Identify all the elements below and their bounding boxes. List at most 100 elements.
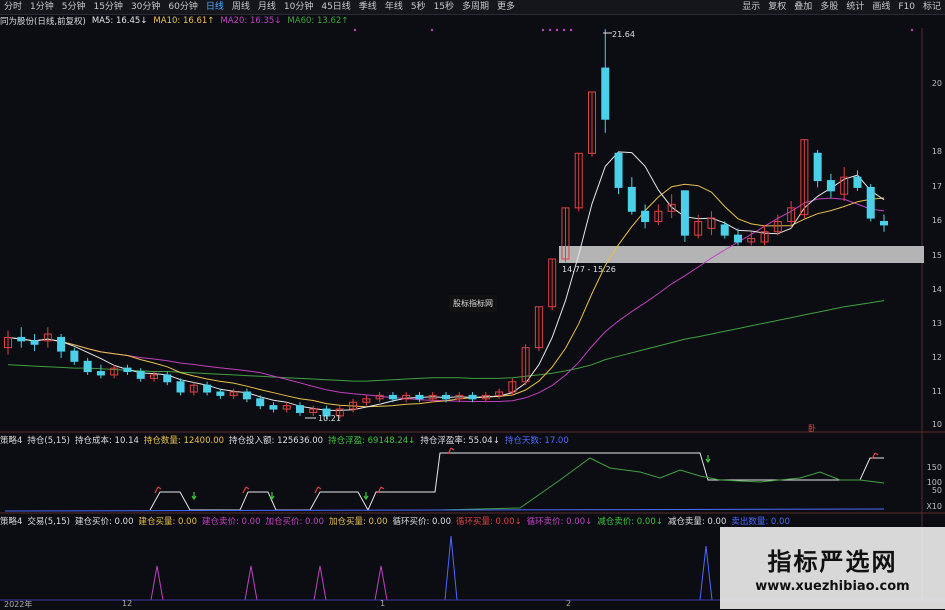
top-marker (353, 28, 357, 32)
watermark-title: 指标严选网 (767, 548, 898, 576)
top-marker (910, 28, 914, 32)
trade-spike (374, 565, 388, 601)
panel-item: 循环卖价: 0.00↓ (526, 517, 593, 527)
top-marker (569, 28, 573, 32)
y-tick-label: 10 (931, 420, 942, 429)
panel-item: 建仓买量: 0.00 (138, 517, 197, 527)
panel-item: 持仓浮盈: 69148.24↓ (328, 436, 416, 446)
sell-arrow (269, 492, 275, 501)
candle-body (415, 394, 424, 400)
candle-body (176, 381, 185, 393)
panel-item: 持仓成本: 10.14 (74, 436, 139, 446)
candle-body (83, 360, 92, 373)
x-tick-label: 2 (566, 599, 572, 608)
top-marker (555, 28, 559, 32)
profit-line (439, 457, 885, 511)
candle-body (880, 221, 888, 226)
sell-arrow (363, 492, 369, 501)
panel1-header: 策略4 持仓(5,15) 持仓成本: 10.14 持仓数量: 12400.00 持仓投… (0, 434, 574, 446)
candle-body (813, 152, 822, 182)
panel-item: 持仓浮盈率: 55.04↓ (420, 436, 500, 446)
x-tick-label: 1 (380, 599, 386, 608)
candle-body (468, 394, 477, 400)
panel-item: 卖出数量: 0.00 (731, 517, 790, 527)
sell-arrow (705, 455, 711, 464)
panel2-title: 策略4 (0, 517, 23, 527)
panel-item: 持仓天数: 17.00 (504, 436, 569, 446)
candle-body (57, 336, 66, 352)
trade-spike-blue (699, 545, 713, 601)
candle-body (296, 405, 304, 413)
watermark-url: www.xuezhibiao.com (755, 579, 910, 594)
panel-item: 持仓数量: 12400.00 (143, 436, 225, 446)
high-price-label: 21.64 (612, 30, 635, 39)
y-tick-label: 13 (931, 319, 942, 328)
candle-body (242, 391, 251, 400)
candle-body (442, 394, 450, 400)
candle-body (216, 391, 225, 396)
panel-item: 减仓卖价: 0.00↓ (597, 517, 663, 527)
top-marker (541, 28, 545, 32)
y-tick-label: 12 (931, 353, 942, 362)
panel-item: 加仓买价: 0.00 (265, 517, 324, 527)
low-price-label: 10.21 (318, 414, 341, 423)
candle-body (163, 374, 172, 383)
trade-spike (244, 565, 258, 601)
top-marker (548, 28, 552, 32)
candle-body (269, 405, 278, 410)
panel1-tick: X10 (926, 502, 942, 511)
candle-body (30, 340, 39, 345)
panel1-tick: 150 (926, 463, 942, 472)
candle-body (17, 336, 26, 342)
panel-item: 加仓买量: 0.00 (328, 517, 388, 527)
candle-body (641, 210, 650, 223)
y-tick-label: 20 (931, 79, 942, 88)
candle-body (680, 190, 689, 236)
candle-body (96, 371, 105, 376)
site-logo-overlay: 股标指标网 (449, 295, 497, 312)
candle-body (388, 394, 397, 400)
trade-spike-blue (444, 535, 458, 601)
candle-body (203, 384, 212, 393)
candle-body (866, 186, 875, 219)
candle-body (720, 224, 729, 236)
panel-item: 持仓(5,15) (27, 436, 70, 446)
candle-body (627, 186, 636, 212)
panel-item: 减仓卖量: 0.00 (667, 517, 727, 527)
support-band (559, 246, 924, 263)
panel-item: 持仓投入额: 125636.00 (229, 436, 324, 446)
panel1-tick: 50 (931, 486, 942, 495)
trade-spike (150, 565, 164, 601)
panel-item: 交易(5,15) (27, 517, 70, 527)
signal-marker: 卧 (808, 424, 816, 433)
candle-body (853, 176, 862, 188)
sell-arrow (191, 492, 197, 501)
watermark: 指标严选网 www.xuezhibiao.com (720, 527, 945, 609)
candle-body (256, 398, 265, 407)
panel-item: 建仓卖价: 0.00 (201, 517, 261, 527)
panel2-header: 策略4 交易(5,15) 建仓买价: 0.00 建仓买量: 0.00 建仓卖价: 0.… (0, 515, 795, 527)
y-tick-label: 16 (931, 216, 942, 225)
position-line (149, 452, 884, 512)
y-tick-label: 18 (931, 147, 942, 156)
candle-body (614, 152, 623, 188)
panel-item: 建仓买价: 0.00 (74, 517, 134, 527)
y-tick-label: 15 (931, 251, 942, 260)
y-tick-label: 11 (931, 387, 942, 396)
candle-body (601, 67, 610, 120)
panel-item: 循环买价: 0.00 (392, 517, 451, 527)
x-tick-label: 2022年 (4, 600, 33, 609)
top-marker (562, 28, 566, 32)
panel1-title: 策略4 (0, 436, 23, 446)
trade-spike (313, 565, 327, 601)
panel-item: 循环买量: 0.00↓ (455, 517, 522, 527)
x-tick-label: 12 (122, 599, 133, 608)
days-line (4, 508, 885, 512)
candle-body (826, 180, 835, 192)
y-tick-label: 14 (931, 285, 942, 294)
y-tick-label: 17 (931, 182, 942, 191)
top-marker (430, 28, 434, 32)
candle-body (123, 367, 132, 373)
ma60-line (7, 300, 885, 382)
candle-body (136, 371, 145, 379)
